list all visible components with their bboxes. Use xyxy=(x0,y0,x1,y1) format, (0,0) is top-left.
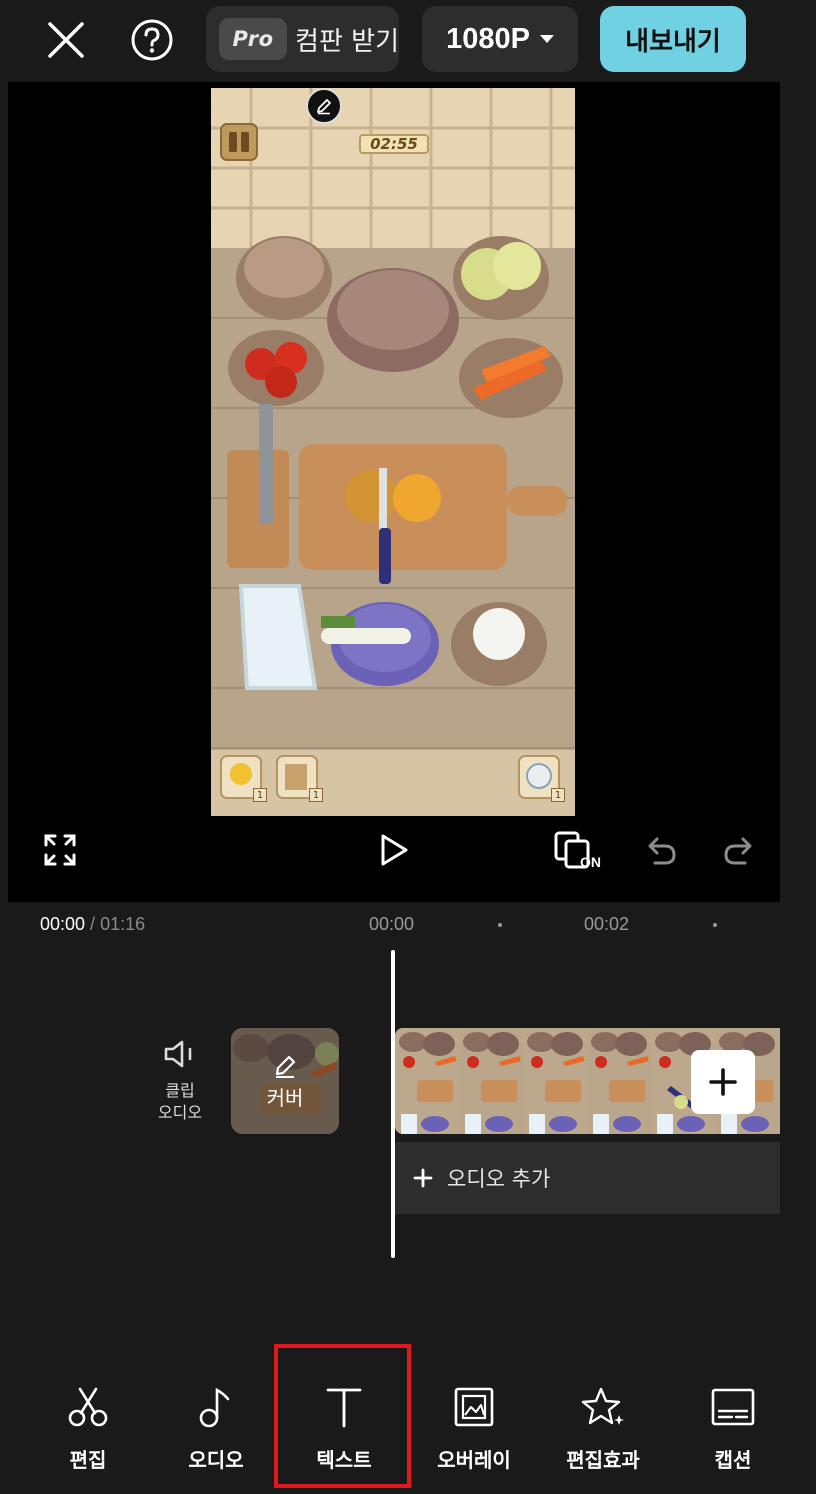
time-separator: / xyxy=(85,914,101,934)
help-icon xyxy=(131,19,173,61)
tool-audio[interactable]: 오디오 xyxy=(161,1384,271,1473)
bottom-toolbar: 편집 오디오 텍스트 오버레이 편집효과 캡션 xyxy=(0,1322,816,1494)
timeline-tick-dot xyxy=(713,923,717,927)
tool-caption[interactable]: 캡션 xyxy=(678,1384,788,1473)
add-clip-button[interactable] xyxy=(691,1050,755,1114)
timeline-panel: 00:00 / 01:16 00:00 00:02 클립 오디오 커버 오디오 … xyxy=(8,902,780,1322)
tool-label: 오버레이 xyxy=(437,1448,511,1472)
item-count-badge: 1 xyxy=(309,788,323,802)
fullscreen-icon xyxy=(44,834,76,866)
tool-label: 캡션 xyxy=(714,1448,752,1472)
plus-icon xyxy=(413,1168,433,1188)
current-time: 00:00 xyxy=(40,914,86,934)
item-count-badge: 1 xyxy=(551,788,565,802)
tool-effects[interactable]: 편집효과 xyxy=(548,1384,658,1473)
tool-label: 편집효과 xyxy=(566,1448,640,1472)
pro-upgrade-button[interactable]: Pro 컴판 받기 xyxy=(206,6,399,72)
fullscreen-button[interactable] xyxy=(38,830,82,870)
resolution-value: 1080P xyxy=(446,22,530,55)
undo-icon xyxy=(648,837,676,865)
game-scene-image xyxy=(211,88,575,816)
tool-overlay[interactable]: 오버레이 xyxy=(419,1384,529,1473)
pro-upgrade-text: 컴판 받기 xyxy=(295,26,399,57)
redo-button[interactable] xyxy=(716,830,760,870)
keyframe-toggle-button[interactable]: ON xyxy=(548,828,606,874)
redo-icon xyxy=(724,837,752,865)
plus-icon xyxy=(709,1068,737,1096)
music-note-icon xyxy=(199,1387,230,1428)
effects-star-icon xyxy=(581,1387,624,1425)
edit-pen-button[interactable] xyxy=(306,88,342,124)
timeline-tick: 00:02 xyxy=(584,914,630,934)
close-button[interactable] xyxy=(38,14,94,66)
resolution-dropdown[interactable]: 1080P xyxy=(422,6,578,72)
item-count-badge: 1 xyxy=(253,788,267,802)
timeline-tick-dot xyxy=(498,923,502,927)
tool-label: 오디오 xyxy=(188,1448,244,1472)
video-preview-frame[interactable]: 02:55 1 1 1 xyxy=(211,88,575,816)
cover-label: 커버 xyxy=(266,1085,304,1110)
total-time: 01:16 xyxy=(100,914,146,934)
text-tool-highlight-box xyxy=(274,1344,411,1488)
playback-controls: ON xyxy=(8,816,780,902)
time-readout: 00:00 / 01:16 xyxy=(40,914,145,935)
play-button[interactable] xyxy=(370,828,418,872)
pencil-icon xyxy=(275,1055,296,1078)
top-bar: Pro 컴판 받기 1080P 내보내기 xyxy=(0,0,816,82)
clip-audio-label: 클립 오디오 xyxy=(157,1081,203,1122)
speaker-icon xyxy=(164,1040,192,1068)
undo-button[interactable] xyxy=(640,830,684,870)
export-button[interactable]: 내보내기 xyxy=(600,6,746,72)
keyframe-on-label: ON xyxy=(580,854,601,870)
clip-audio-button[interactable]: 클립 오디오 xyxy=(148,1038,212,1124)
pro-badge: Pro xyxy=(219,18,288,60)
cover-button[interactable]: 커버 xyxy=(231,1028,339,1134)
chevron-down-icon xyxy=(539,35,554,43)
tool-edit[interactable]: 편집 xyxy=(33,1384,143,1473)
help-button[interactable] xyxy=(124,14,180,66)
overlay-icon xyxy=(454,1387,494,1427)
add-audio-button[interactable]: 오디오 추가 xyxy=(395,1142,780,1214)
close-icon xyxy=(48,22,84,58)
tool-label: 편집 xyxy=(69,1448,107,1472)
scissors-icon xyxy=(68,1387,108,1427)
timeline-tick: 00:00 xyxy=(369,914,415,934)
pencil-icon xyxy=(317,99,331,115)
cover-overlay: 커버 xyxy=(231,1028,339,1134)
playhead[interactable] xyxy=(391,950,395,1258)
caption-icon xyxy=(711,1388,755,1426)
game-timer: 02:55 xyxy=(359,134,429,154)
play-icon xyxy=(381,834,408,866)
add-audio-label: 오디오 추가 xyxy=(447,1167,551,1191)
